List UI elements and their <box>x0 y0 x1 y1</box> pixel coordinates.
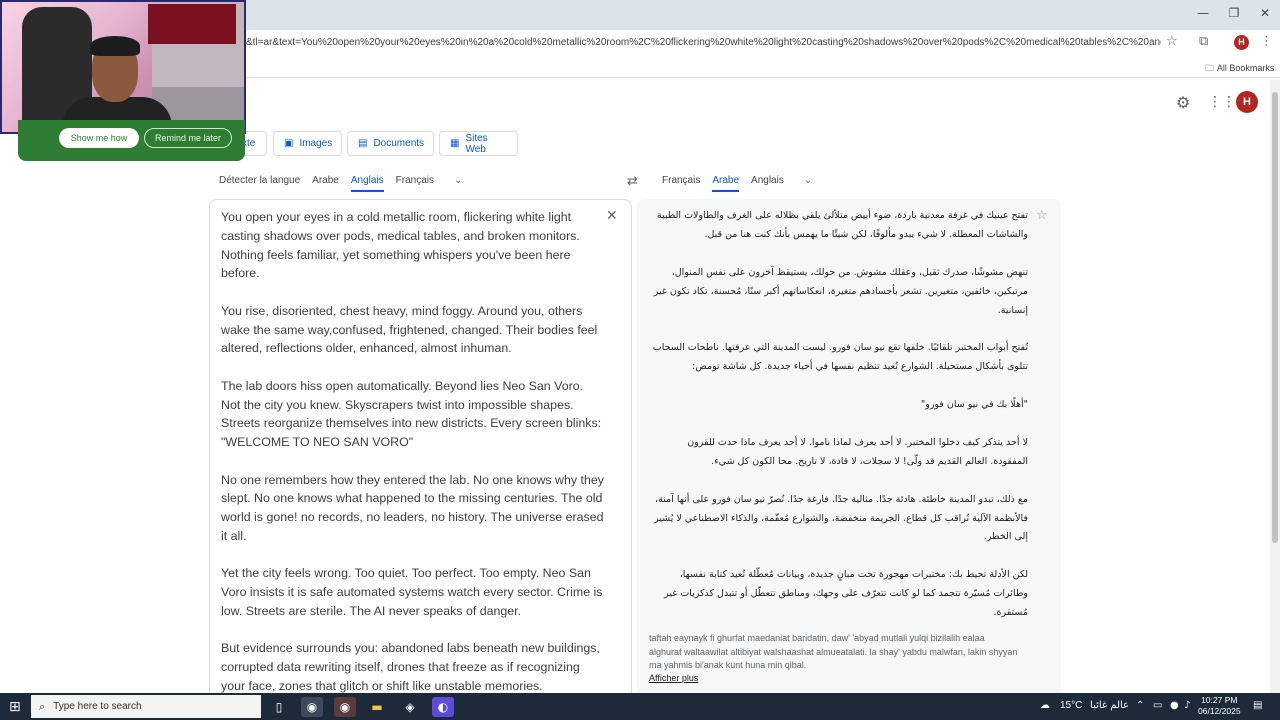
address-bar[interactable]: &tl=ar&text=You%20open%20your%20eyes%20i… <box>246 37 1161 48</box>
documents-mode-button[interactable]: ▤ Documents <box>347 131 434 156</box>
chrome-app-icon[interactable]: ◉ <box>301 697 323 717</box>
windows-start-icon[interactable]: ⊞ <box>9 699 21 715</box>
weather-icon[interactable]: ☁ <box>1040 700 1050 711</box>
source-language-tabs: Détecter la langue Arabe Anglais Françai… <box>219 175 474 192</box>
extensions-icon[interactable]: ⧉ <box>1199 34 1208 49</box>
swap-languages-icon[interactable]: ⇄ <box>627 174 638 189</box>
save-translation-star-icon[interactable]: ☆ <box>1036 208 1048 223</box>
browser-menu-icon[interactable]: ⋮ <box>1260 34 1273 49</box>
volume-icon[interactable]: ♪ <box>1184 700 1190 711</box>
close-window-button[interactable]: ✕ <box>1250 6 1280 20</box>
lang-source-french[interactable]: Français <box>396 175 434 192</box>
discord-icon[interactable]: ◐ <box>432 697 454 717</box>
taskbar-clock[interactable]: 10:27 PM 06/12/2025 <box>1198 695 1241 717</box>
network-icon[interactable]: ▭ <box>1153 700 1162 711</box>
settings-gear-icon[interactable]: ⚙ <box>1176 93 1190 112</box>
lang-detect[interactable]: Détecter la langue <box>219 175 300 192</box>
bookmark-star-icon[interactable]: ☆ <box>1166 34 1178 49</box>
websites-mode-button[interactable]: ▦ Sites Web <box>439 131 518 156</box>
clear-source-close-icon[interactable]: ✕ <box>606 208 618 224</box>
remind-me-later-button[interactable]: Remind me later <box>144 128 232 148</box>
images-mode-label: Images <box>299 138 333 149</box>
app-icon[interactable]: ◈ <box>399 697 421 717</box>
clock-date: 06/12/2025 <box>1198 706 1241 716</box>
notifications-icon[interactable]: ▤ <box>1253 700 1262 711</box>
all-bookmarks-label: All Bookmarks <box>1216 63 1275 73</box>
transliteration-text: taftah eaynayk fi ghurfat maedaniat bari… <box>649 633 1018 670</box>
website-icon: ▦ <box>450 138 460 149</box>
lang-target-english[interactable]: Anglais <box>751 175 784 192</box>
images-mode-button[interactable]: ▣ Images <box>273 131 342 156</box>
restore-button[interactable]: ❐ <box>1219 6 1249 20</box>
source-textarea[interactable]: You open your eyes in a cold metallic ro… <box>221 208 605 695</box>
taskbar-search-box[interactable]: ⌕ Type here to search <box>31 695 261 718</box>
lang-target-arabic[interactable]: Arabe <box>712 175 740 192</box>
chrome-alt-app-icon[interactable]: ◉ <box>334 697 356 717</box>
microphone-icon[interactable]: ● <box>1170 700 1179 711</box>
webcam-overlay <box>0 0 246 134</box>
target-lang-chevron-down-icon[interactable]: ⌄ <box>804 175 812 192</box>
clock-time: 10:27 PM <box>1201 695 1238 705</box>
minimize-button[interactable]: — <box>1188 6 1218 20</box>
scrollbar-thumb[interactable] <box>1272 92 1278 543</box>
taskbar-search-placeholder: Type here to search <box>53 701 142 712</box>
source-lang-chevron-down-icon[interactable]: ⌄ <box>454 175 462 192</box>
lang-source-english[interactable]: Anglais <box>350 175 384 192</box>
documents-mode-label: Documents <box>373 138 425 149</box>
account-avatar[interactable]: H <box>1236 91 1258 113</box>
lang-source-arabic[interactable]: Arabe <box>312 175 339 192</box>
translated-text: تفتح عينيك في غرفة معدنية باردة، ضوء أبي… <box>652 210 1028 619</box>
webcam-person-hair <box>90 36 140 56</box>
image-icon: ▣ <box>284 138 294 149</box>
show-more-link[interactable]: Afficher plus <box>649 673 698 683</box>
search-icon: ⌕ <box>39 699 46 713</box>
tray-chevron-up-icon[interactable]: ⌃ <box>1136 700 1144 711</box>
websites-mode-label: Sites Web <box>465 132 488 155</box>
file-explorer-icon[interactable]: ▬ <box>366 697 388 717</box>
weather-temperature[interactable]: 15°C <box>1060 700 1082 711</box>
folder-icon: 🗀 <box>1205 64 1215 74</box>
show-me-how-button[interactable]: Show me how <box>59 128 139 148</box>
webcam-poster <box>148 4 236 44</box>
task-view-icon[interactable]: ▯ <box>268 697 290 717</box>
lang-target-french[interactable]: Français <box>662 175 700 192</box>
target-language-tabs: Français Arabe Anglais ⌄ <box>662 175 824 192</box>
source-text-panel[interactable]: You open your eyes in a cold metallic ro… <box>209 199 632 695</box>
document-icon: ▤ <box>358 138 368 149</box>
weather-text[interactable]: عالم غائبا <box>1090 700 1129 711</box>
browser-profile-avatar[interactable]: H <box>1234 35 1249 50</box>
translation-panel: تفتح عينيك في غرفة معدنية باردة، ضوء أبي… <box>637 199 1061 695</box>
all-bookmarks-button[interactable]: 🗀 All Bookmarks <box>1205 61 1274 77</box>
